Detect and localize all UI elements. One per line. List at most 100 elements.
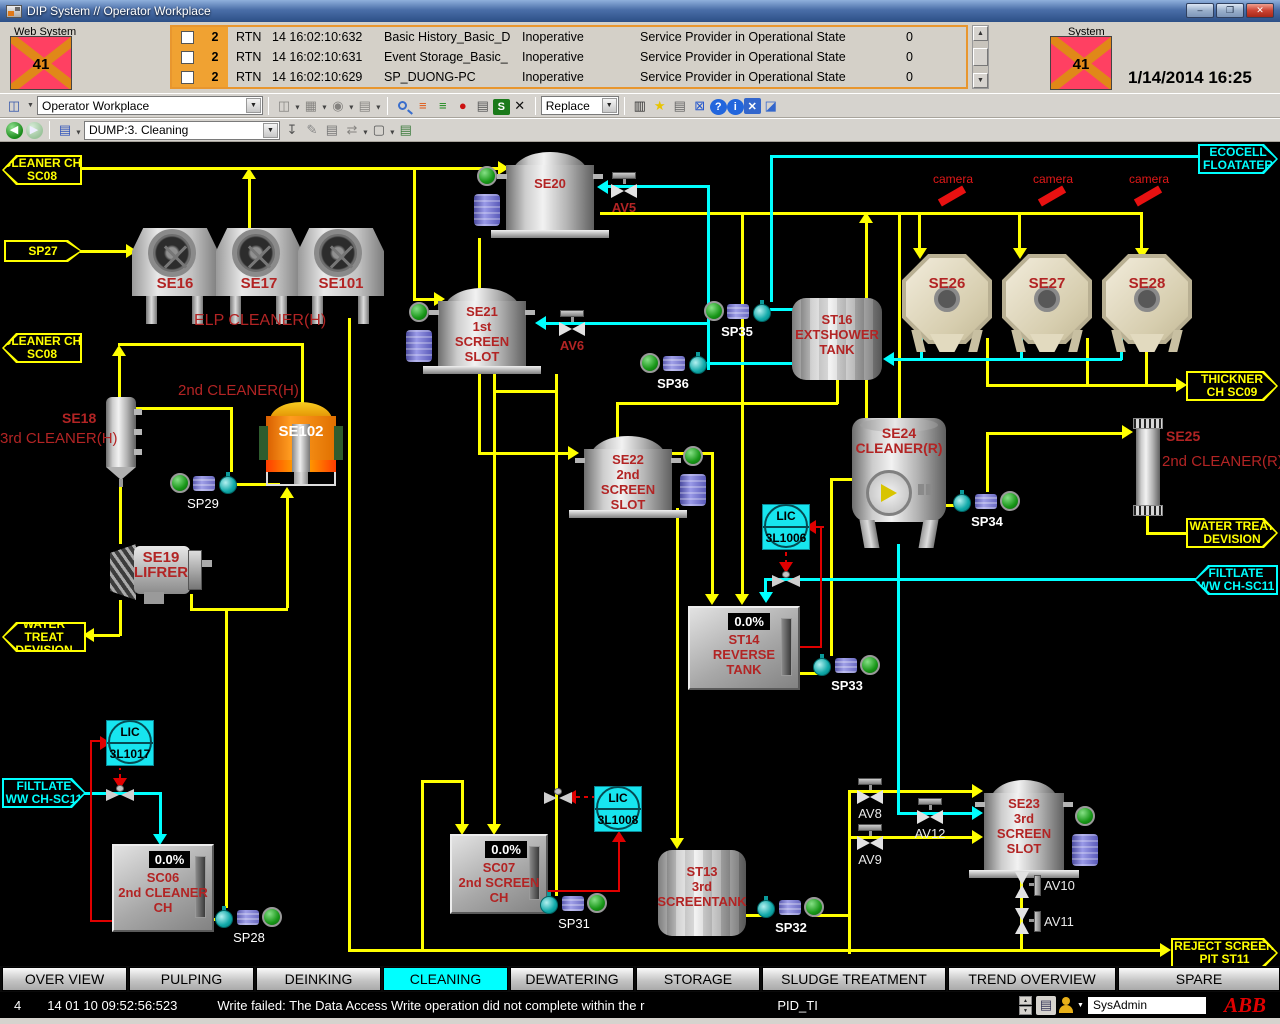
valve-AV12[interactable]: [916, 798, 944, 826]
vessel-SE25[interactable]: [1136, 418, 1160, 516]
save-display-icon[interactable]: ↧: [282, 121, 302, 140]
call-list-icon[interactable]: ◫: [274, 96, 294, 115]
agitator-motor[interactable]: [680, 474, 706, 506]
control-valve[interactable]: [544, 788, 572, 804]
alarm-list[interactable]: 2 RTN 14 16:02:10:632 Basic History_Basi…: [170, 25, 968, 89]
silence-alarm-icon[interactable]: ✕: [510, 96, 530, 115]
forward-icon[interactable]: ▶: [24, 121, 44, 140]
vessel-SC07[interactable]: 0.0%SC072nd SCREENCH: [450, 834, 548, 914]
minimize-button[interactable]: –: [1186, 3, 1214, 18]
print-icon[interactable]: ▤: [670, 96, 690, 115]
workplace-icon[interactable]: ◫: [4, 96, 24, 115]
swap-icon[interactable]: ⇄: [342, 121, 362, 140]
help-icon[interactable]: ?: [710, 99, 727, 115]
tab-trend-overview[interactable]: TREND OVERVIEW: [948, 967, 1116, 991]
camera-icon[interactable]: [1134, 186, 1162, 207]
status-spinner[interactable]: ▲▼: [1019, 996, 1032, 1015]
control-valve[interactable]: [772, 571, 800, 587]
print-display-icon[interactable]: ▤: [322, 121, 342, 140]
flow-tag-cleaner-ch-sc08-top[interactable]: CLEANER CHSC08: [2, 155, 82, 185]
vessel-SE26[interactable]: SE26: [902, 254, 992, 352]
scroll-down-icon[interactable]: ▼: [973, 73, 988, 88]
instrument-3L1008[interactable]: LIC3L1008: [594, 786, 642, 832]
ack-checkbox[interactable]: [181, 51, 194, 64]
workplace-combo[interactable]: Operator Workplace▼: [37, 96, 263, 115]
report-green-icon[interactable]: ▤: [396, 121, 416, 140]
alarm-band-icon[interactable]: ●: [453, 96, 473, 115]
user-icon[interactable]: [1058, 997, 1074, 1013]
pump-SP32[interactable]: [758, 896, 824, 918]
alarm-row[interactable]: 2 RTN 14 16:02:10:629 SP_DUONG-PC Inoper…: [172, 67, 966, 87]
current-user[interactable]: SysAdmin: [1088, 997, 1206, 1014]
flow-tag-filtlate-right[interactable]: FILTLATEWW CH-SC11: [1194, 565, 1278, 595]
camera-icon[interactable]: [938, 186, 966, 207]
vessel-SE19[interactable]: SE19LIFRER: [110, 542, 212, 606]
level-value[interactable]: 0.0%: [485, 841, 527, 858]
pump-SP35[interactable]: [704, 300, 770, 322]
pump-SP36[interactable]: [640, 352, 706, 374]
pump-SP28[interactable]: [216, 906, 282, 928]
report-list-icon[interactable]: ▤: [355, 96, 375, 115]
control-valve[interactable]: [106, 785, 134, 801]
pump-SP31[interactable]: [541, 892, 607, 914]
close-display-icon[interactable]: ✕: [744, 98, 761, 114]
back-icon[interactable]: ◀: [4, 121, 24, 140]
info-icon[interactable]: i: [727, 99, 744, 115]
vessel-ST13[interactable]: ST133rdSCREENTANK: [658, 850, 746, 936]
flow-tag-cleaner-ch-sc08-mid[interactable]: CLEANER CHSC08: [2, 333, 82, 363]
pin-icon[interactable]: ✎: [302, 121, 322, 140]
valve-AV6[interactable]: [558, 310, 586, 338]
agitator-motor[interactable]: [1072, 834, 1098, 866]
tab-deinking[interactable]: DEINKING: [256, 967, 381, 991]
tab-storage[interactable]: STORAGE: [636, 967, 760, 991]
vessel-SE22[interactable]: SE222ndSCREENSLOT: [584, 436, 672, 518]
tab-cleaning[interactable]: CLEANING: [383, 967, 508, 991]
system-alarm-icon[interactable]: 41: [1050, 36, 1112, 90]
valve-AV11[interactable]: [1010, 908, 1038, 936]
user-dropdown-icon[interactable]: ▼: [1076, 1002, 1085, 1009]
vessel-SE21[interactable]: SE211stSCREENSLOT: [438, 288, 526, 374]
valve-AV10[interactable]: [1010, 872, 1038, 900]
alarm-list-icon[interactable]: ≡: [413, 96, 433, 115]
agitator-motor[interactable]: [406, 330, 432, 362]
valve-AV9[interactable]: [856, 824, 884, 852]
vessel-SC06[interactable]: 0.0%SC062nd CLEANERCH: [112, 844, 214, 932]
vessel-SE28[interactable]: SE28: [1102, 254, 1192, 352]
flow-tag-sp27[interactable]: SP27: [4, 240, 82, 262]
sms-icon[interactable]: S: [493, 99, 510, 115]
vessel-ST14[interactable]: 0.0%ST14REVERSETANK: [688, 606, 800, 690]
scroll-up-icon[interactable]: ▲: [973, 26, 988, 41]
trend-display-icon[interactable]: ◉: [328, 96, 348, 115]
tab-spare[interactable]: SPARE: [1118, 967, 1280, 991]
search-icon[interactable]: [393, 96, 413, 115]
report-icon[interactable]: ▤: [473, 96, 493, 115]
display-tree-icon[interactable]: ▤: [55, 121, 75, 140]
alarm-scrollbar[interactable]: ▲ ▼: [972, 25, 989, 89]
vessel-ST16[interactable]: ST16EXTSHOWERTANK: [792, 298, 882, 380]
instrument-3L1017[interactable]: LIC3L1017: [106, 720, 154, 766]
pump-SP34[interactable]: [954, 490, 1020, 512]
alarm-row[interactable]: 2 RTN 14 16:02:10:632 Basic History_Basi…: [172, 27, 966, 47]
alarm-row[interactable]: 2 RTN 14 16:02:10:631 Event Storage_Basi…: [172, 47, 966, 67]
replace-combo[interactable]: Replace▼: [541, 96, 619, 115]
vessel-SE27[interactable]: SE27: [1002, 254, 1092, 352]
tab-over-view[interactable]: OVER VIEW: [2, 967, 127, 991]
flow-tag-ecocell[interactable]: ECOCELLFLOATATER: [1198, 144, 1278, 174]
valve-AV8[interactable]: [856, 778, 884, 806]
tab-sludge-treatment[interactable]: SLUDGE TREATMENT: [762, 967, 946, 991]
maximize-button[interactable]: ❐: [1216, 3, 1244, 18]
log-icon[interactable]: ▤: [1036, 996, 1056, 1015]
pump-SP33[interactable]: [814, 654, 880, 676]
valve-AV5[interactable]: [610, 172, 638, 200]
vessel-SE23[interactable]: SE233rdSCREENSLOT: [984, 780, 1064, 878]
display-combo[interactable]: DUMP:3. Cleaning▼: [84, 121, 280, 140]
instrument-3L1006[interactable]: LIC3L1006: [762, 504, 810, 550]
tab-pulping[interactable]: PULPING: [129, 967, 254, 991]
agitator-motor[interactable]: [474, 194, 500, 226]
camera-icon[interactable]: [1038, 186, 1066, 207]
flow-tag-thickner[interactable]: THICKNERCH SC09: [1186, 371, 1278, 401]
export-icon[interactable]: ⊠: [690, 96, 710, 115]
ack-checkbox[interactable]: [181, 31, 194, 44]
vessel-SE20[interactable]: SE20: [506, 152, 594, 238]
flow-tag-water-treat-right[interactable]: WATER TREATDEVISION: [1186, 518, 1278, 548]
